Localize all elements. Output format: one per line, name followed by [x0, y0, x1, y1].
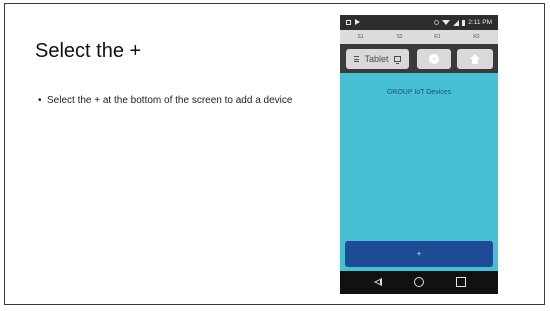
android-nav-bar	[340, 271, 498, 294]
phone-screenshot: 2:11 PM S1 S2 R1 R2 Tablet GROUP IoT Dev…	[340, 15, 498, 294]
toolbar: Tablet	[340, 44, 498, 73]
tab-r2[interactable]: R2	[460, 33, 493, 42]
home-icon	[470, 54, 480, 64]
slide-title: Select the +	[35, 40, 142, 62]
menu-icon	[354, 56, 360, 62]
tablet-label: Tablet	[364, 54, 389, 64]
tab-s1[interactable]: S1	[344, 33, 377, 42]
status-time: 2:11 PM	[468, 19, 492, 26]
alarm-icon	[434, 20, 440, 25]
wifi-icon	[442, 20, 451, 25]
tablet-icon	[393, 56, 401, 64]
home-circle-icon[interactable]	[414, 277, 424, 287]
home-button[interactable]	[457, 49, 493, 69]
signal-icon	[453, 19, 460, 26]
content-title: GROUP IoT Devices	[386, 89, 452, 96]
screenshot-icon	[346, 19, 351, 25]
bullet-list: • Select the + at the bottom of the scre…	[38, 95, 298, 107]
settings-button[interactable]	[417, 49, 451, 69]
play-store-icon	[355, 19, 360, 25]
recent-apps-icon[interactable]	[456, 277, 466, 287]
add-device-button[interactable]: +	[345, 241, 493, 267]
tab-r1[interactable]: R1	[421, 33, 454, 42]
bullet-item: • Select the + at the bottom of the scre…	[38, 95, 298, 107]
bullet-dot: •	[38, 95, 42, 106]
bullet-text: Select the + at the bottom of the screen…	[47, 95, 293, 106]
tablet-selector-button[interactable]: Tablet	[346, 49, 409, 69]
gear-icon	[429, 54, 439, 64]
status-bar: 2:11 PM	[340, 15, 498, 30]
back-icon[interactable]	[374, 278, 382, 286]
tab-strip: S1 S2 R1 R2	[340, 30, 498, 44]
battery-icon	[462, 19, 466, 26]
tab-s2[interactable]: S2	[383, 33, 416, 42]
